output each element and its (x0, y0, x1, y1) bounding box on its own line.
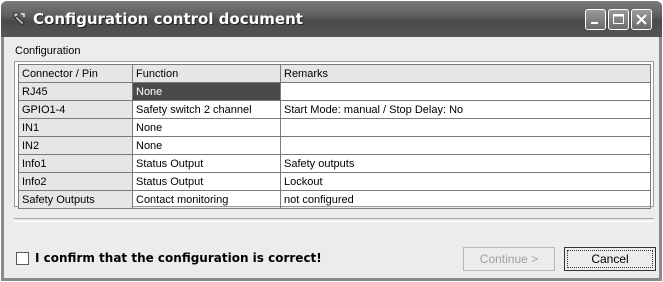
divider (14, 218, 654, 222)
connector-cell[interactable]: Info2 (18, 172, 133, 191)
column-header-remarks[interactable]: Remarks (280, 64, 651, 83)
confirm-label[interactable]: I confirm that the configuration is corr… (35, 251, 322, 265)
connector-cell[interactable]: IN1 (18, 118, 133, 137)
connector-cell[interactable]: Safety Outputs (18, 190, 133, 209)
connector-cell[interactable]: RJ45 (18, 82, 133, 101)
configuration-grid: Connector / Pin Function Remarks RJ45 No… (14, 61, 654, 209)
connector-cell[interactable]: Info1 (18, 154, 133, 173)
function-cell[interactable]: Safety switch 2 channel (132, 100, 281, 119)
remarks-cell[interactable]: Start Mode: manual / Stop Delay: No (280, 100, 651, 119)
table-row[interactable]: GPIO1-4 Safety switch 2 channel Start Mo… (18, 100, 651, 119)
column-header-connector[interactable]: Connector / Pin (18, 64, 133, 83)
remarks-cell[interactable]: Safety outputs (280, 154, 651, 173)
remarks-cell[interactable]: Lockout (280, 172, 651, 191)
maximize-icon (613, 14, 624, 24)
close-button[interactable] (631, 9, 652, 30)
minimize-button[interactable] (585, 9, 606, 30)
remarks-cell[interactable]: not configured (280, 190, 651, 209)
title-bar[interactable]: Configuration control document (1, 1, 662, 37)
connector-cell[interactable]: GPIO1-4 (18, 100, 133, 119)
configuration-dialog: Configuration control document Configura… (1, 1, 662, 281)
table-row[interactable]: IN1 None (18, 118, 651, 137)
configuration-table: Connector / Pin Function Remarks RJ45 No… (18, 64, 651, 209)
table-row[interactable]: Info1 Status Output Safety outputs (18, 154, 651, 173)
dialog-body: Configuration Connector / Pin Function R… (4, 37, 659, 278)
remarks-cell[interactable] (280, 118, 651, 137)
close-icon (636, 14, 647, 25)
function-cell[interactable]: Contact monitoring (132, 190, 281, 209)
table-row[interactable]: RJ45 None (18, 82, 651, 101)
remarks-cell[interactable] (280, 136, 651, 155)
function-cell[interactable]: None (132, 82, 281, 101)
function-cell[interactable]: Status Output (132, 172, 281, 191)
function-cell[interactable]: Status Output (132, 154, 281, 173)
function-cell[interactable]: None (132, 136, 281, 155)
connector-cell[interactable]: IN2 (18, 136, 133, 155)
column-header-function[interactable]: Function (132, 64, 281, 83)
table-row[interactable]: IN2 None (18, 136, 651, 155)
confirm-checkbox-row[interactable]: I confirm that the configuration is corr… (16, 251, 322, 265)
window-title: Configuration control document (33, 10, 303, 28)
minimize-icon (591, 22, 598, 24)
continue-button[interactable]: Continue > (463, 247, 555, 271)
remarks-cell[interactable] (280, 82, 651, 101)
cancel-button[interactable]: Cancel (564, 247, 656, 271)
app-icon (13, 12, 25, 26)
configuration-group-label: Configuration (15, 45, 81, 57)
function-cell[interactable]: None (132, 118, 281, 137)
confirm-checkbox[interactable] (16, 251, 29, 265)
table-row[interactable]: Info2 Status Output Lockout (18, 172, 651, 191)
maximize-button[interactable] (608, 9, 629, 30)
table-header-row: Connector / Pin Function Remarks (18, 64, 651, 83)
table-row[interactable]: Safety Outputs Contact monitoring not co… (18, 190, 651, 209)
